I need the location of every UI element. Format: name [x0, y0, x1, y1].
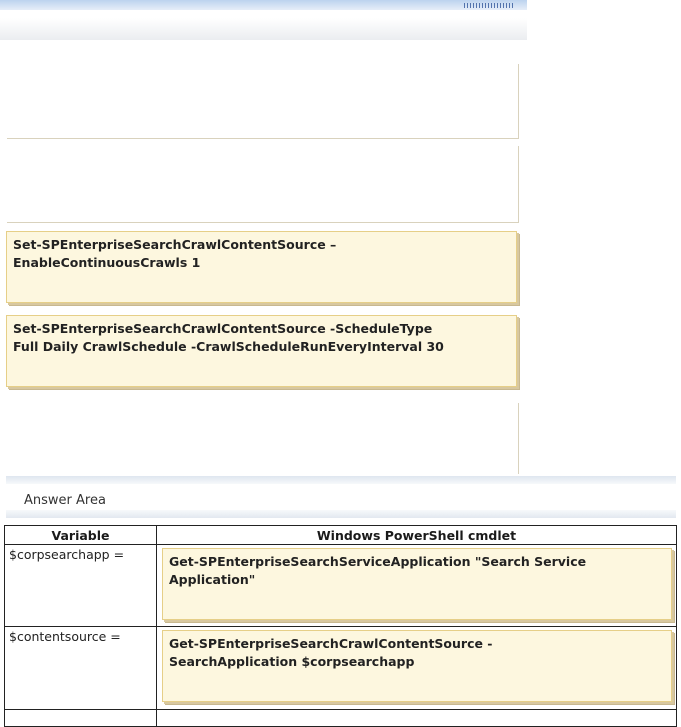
answer-area-band-top — [6, 476, 676, 484]
pool-header-band — [0, 18, 527, 40]
answer-area-title: Answer Area — [24, 493, 106, 508]
variable-cell-cut-off — [4, 709, 157, 727]
empty-cmdlet-slot-1[interactable] — [7, 64, 519, 139]
variable-cell: $corpsearchapp = — [4, 544, 157, 627]
table-row: $contentsource = Get-SPEnterpriseSearchC… — [4, 626, 677, 710]
cmdlet-drop-target[interactable] — [156, 709, 677, 727]
empty-cmdlet-slot-3[interactable] — [7, 403, 519, 474]
top-toolbar-strip — [0, 0, 527, 10]
table-row — [4, 709, 677, 727]
empty-cmdlet-slot-2[interactable] — [7, 146, 519, 223]
cmdlet-column-header: Windows PowerShell cmdlet — [156, 525, 677, 545]
cmdlet-drop-target[interactable]: Get-SPEnterpriseSearchCrawlContentSource… — [156, 626, 677, 710]
cmdlet-card-enable-continuous-crawls[interactable]: Set-SPEnterpriseSearchCrawlContentSource… — [6, 231, 517, 303]
cmdlet-card-get-crawl-content-source[interactable]: Get-SPEnterpriseSearchCrawlContentSource… — [162, 630, 672, 702]
cmdlet-card-schedule-type[interactable]: Set-SPEnterpriseSearchCrawlContentSource… — [6, 315, 517, 387]
variable-column-header: Variable — [4, 525, 157, 545]
cmdlet-card-get-search-service-application[interactable]: Get-SPEnterpriseSearchServiceApplication… — [162, 548, 672, 620]
answer-area-band-bottom — [6, 510, 676, 518]
cmdlet-drop-target[interactable]: Get-SPEnterpriseSearchServiceApplication… — [156, 544, 677, 627]
variable-cell: $contentsource = — [4, 626, 157, 710]
table-row: $corpsearchapp = Get-SPEnterpriseSearchS… — [4, 544, 677, 627]
answer-table: Variable Windows PowerShell cmdlet $corp… — [4, 525, 677, 727]
drag-grip-icon[interactable] — [464, 3, 514, 8]
